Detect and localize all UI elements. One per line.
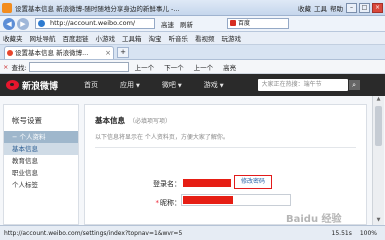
nav-games[interactable]: 游戏 ▼ [204,80,224,90]
search-icon[interactable]: ⌕ [348,80,360,90]
nav-home[interactable]: 首页 [84,80,98,90]
find-next-button[interactable]: 下一个 [164,62,184,72]
fav-item[interactable]: 看视频 [195,33,215,43]
fav-item[interactable]: 网址导航 [30,33,56,43]
basic-info-panel: 基本信息 （必填项写项） 以下信息将显示在 个人资料页，方便大家了解你。 登录名… [84,104,367,225]
find-input[interactable] [28,61,129,72]
weibo-eye-icon [6,80,19,90]
sidebar-item-career[interactable]: 职业信息 [4,167,78,179]
menu-tools[interactable]: 工具 [314,3,327,13]
divider [95,147,356,148]
find-label: 查找: [11,63,27,72]
page-subtitle: （必填项写项） [129,118,172,125]
menu-favorites[interactable]: 收藏 [298,3,311,13]
login-label: 登录名： [153,180,181,188]
refresh-button[interactable]: 刷新 [180,19,193,29]
redacted-nickname [183,196,233,204]
scroll-up-icon[interactable]: ▲ [373,96,384,104]
window-title: 设置基本信息 新浪微博-随时随地分享身边的新鲜事儿 -... [15,4,180,13]
sidebar-title: 帐号设置 [12,116,42,125]
tab-weibo-settings[interactable]: 设置基本信息 新浪微博... × [4,46,114,59]
status-url: http://account.weibo.com/settings/index?… [4,229,183,237]
fav-item[interactable]: 收藏夹 [3,33,23,43]
fav-item[interactable]: 小游戏 [96,33,116,43]
weibo-logo[interactable]: 新浪微博 [6,79,84,92]
sidebar-item-tags[interactable]: 个人标签 [4,179,78,191]
url-text: http://account.weibo.com/ [50,19,136,27]
fav-item[interactable]: 玩游戏 [222,33,242,43]
zoom-level[interactable]: 100% [360,230,377,237]
page-title: 基本信息 [95,116,125,125]
find-prev2-button[interactable]: 上一个 [194,62,214,72]
fav-item[interactable]: 淘宝 [149,33,162,43]
url-input[interactable]: http://account.weibo.com/ [35,18,155,29]
find-bar: × 查找: 上一个 下一个 上一个 高亮 [0,60,385,74]
status-bar: http://account.weibo.com/settings/index?… [0,225,385,240]
required-marker: * [155,199,160,207]
sidebar-item-basic-info[interactable]: 基本信息 [4,143,78,155]
caret-down-icon: ▼ [136,83,140,89]
weibo-tab-icon [7,50,13,56]
fav-item[interactable]: 工具箱 [122,33,142,43]
sidebar-item-education[interactable]: 教育信息 [4,155,78,167]
back-icon[interactable]: ◀ [3,17,15,30]
info-note: 以下信息将显示在 个人资料页，方便大家了解你。 [95,134,229,141]
findbar-close-icon[interactable]: × [3,63,8,71]
new-tab-button[interactable]: + [117,47,129,58]
settings-sidebar: 帐号设置 − 个人资料 基本信息 教育信息 职业信息 个人标签 [3,104,79,225]
redacted-login-name [183,179,231,187]
page-content: 帐号设置 − 个人资料 基本信息 教育信息 职业信息 个人标签 基本信息 （必填… [0,96,385,225]
nickname-label: 昵称： [160,199,181,207]
page-scrollbar[interactable]: ▲ ▼ [372,96,384,225]
weibo-search-input[interactable]: 大家正在热搜：端午节 ⌕ [257,79,360,91]
forward-icon[interactable]: ▶ [17,17,29,30]
nav-weiba[interactable]: 微吧 ▼ [162,80,182,90]
caret-down-icon: ▼ [219,83,224,89]
turbo-button[interactable]: 高速 [161,19,174,29]
nav-apps[interactable]: 应用 ▼ [120,80,140,90]
tab-label: 设置基本信息 新浪微博... [15,49,89,57]
baidu-watermark: Baidu 经验 [286,214,342,225]
favorites-bar: 收藏夹 网址导航 百度超链 小游戏 工具箱 淘宝 听音乐 看视频 玩游戏 [0,32,385,45]
search-engine-icon [230,20,236,26]
find-previous-button[interactable]: 上一个 [135,62,155,72]
tab-bar: 设置基本信息 新浪微博... × + [0,45,385,60]
minus-icon: − [12,133,20,141]
maximize-icon[interactable]: □ [359,2,370,13]
find-highlight-button[interactable]: 高亮 [223,62,236,72]
sidebar-group-profile[interactable]: − 个人资料 [4,131,78,143]
search-placeholder: 百度 [238,20,251,27]
menu-help[interactable]: 帮助 [330,3,343,13]
close-icon[interactable]: × [372,2,383,13]
scroll-down-icon[interactable]: ▼ [373,217,384,225]
fav-item[interactable]: 听音乐 [169,33,189,43]
caret-down-icon: ▼ [177,83,182,89]
globe-icon [38,20,45,27]
address-bar: ◀ ▶ http://account.weibo.com/ 高速 刷新 百度 [0,16,385,32]
browser-search-input[interactable]: 百度 [227,18,289,29]
browser-logo-icon [2,2,12,13]
edit-password-link[interactable]: 修改密码 [234,175,272,189]
scroll-thumb[interactable] [375,106,382,146]
load-time: 15.51s [331,229,352,237]
tab-close-icon[interactable]: × [105,47,111,59]
weibo-header: 新浪微博 首页 应用 ▼ 微吧 ▼ 游戏 ▼ 大家正在热搜：端午节 ⌕ [0,74,385,96]
window-titlebar: 设置基本信息 新浪微博-随时随地分享身边的新鲜事儿 -... 收藏 工具 帮助 … [0,0,385,16]
minimize-icon[interactable]: – [346,2,357,13]
fav-item[interactable]: 百度超链 [63,33,89,43]
